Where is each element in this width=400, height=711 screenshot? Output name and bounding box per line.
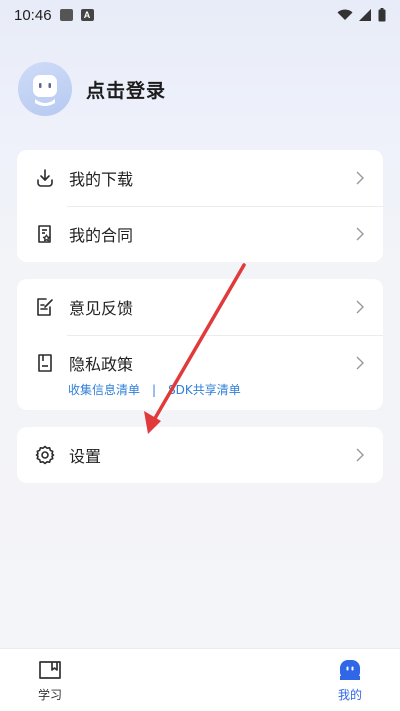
tab-label: 我的 <box>337 687 362 702</box>
status-time: 10:46 <box>14 6 52 24</box>
login-area[interactable]: 点击登录 <box>18 62 166 116</box>
menu-item-label: 我的下载 <box>69 170 134 189</box>
menu-item-downloads[interactable]: 我的下载 <box>17 150 383 206</box>
link-separator: | <box>152 382 157 397</box>
robot-avatar-icon <box>33 75 57 106</box>
wifi-icon <box>337 9 353 20</box>
login-prompt[interactable]: 点击登录 <box>86 76 166 103</box>
tab-mine[interactable]: 我的 <box>200 649 400 711</box>
feedback-edit-icon <box>35 297 55 317</box>
avatar[interactable] <box>18 62 72 116</box>
privacy-links: 收集信息清单 | SDK共享清单 <box>68 381 241 398</box>
card-settings: 设置 <box>17 427 383 483</box>
chevron-right-icon <box>356 227 364 241</box>
bottom-navigation: 学习 我的 <box>0 648 400 711</box>
download-icon <box>35 168 55 188</box>
chevron-right-icon <box>356 171 364 185</box>
gallery-notification-icon <box>59 9 73 21</box>
menu-item-label: 隐私政策 <box>69 355 134 374</box>
menu-item-label: 设置 <box>69 447 102 466</box>
card-feedback-privacy: 意见反馈 隐私政策 收集信息清单 | SDK共享清单 <box>17 279 383 410</box>
battery-icon <box>378 8 386 22</box>
book-icon <box>37 658 63 682</box>
chevron-right-icon <box>356 300 364 314</box>
card-my-items: 我的下载 我的合同 <box>17 150 383 262</box>
menu-item-feedback[interactable]: 意见反馈 <box>17 279 383 335</box>
privacy-document-icon <box>35 353 55 373</box>
menu-item-contracts[interactable]: 我的合同 <box>17 206 383 262</box>
chevron-right-icon <box>356 448 364 462</box>
app-notification-icon: A <box>80 9 94 21</box>
menu-item-label: 我的合同 <box>69 226 134 245</box>
menu-item-settings[interactable]: 设置 <box>17 427 383 483</box>
chevron-right-icon <box>356 356 364 370</box>
tab-label: 学习 <box>37 687 62 702</box>
contract-icon <box>35 224 55 244</box>
collected-info-list-link[interactable]: 收集信息清单 <box>68 381 140 398</box>
tab-study[interactable]: 学习 <box>0 649 200 711</box>
signal-icon <box>359 9 371 21</box>
robot-face-icon <box>337 658 363 682</box>
sdk-share-list-link[interactable]: SDK共享清单 <box>168 381 241 398</box>
gear-icon <box>35 445 55 465</box>
status-bar: 10:46 A <box>0 0 400 30</box>
menu-item-label: 意见反馈 <box>69 299 134 318</box>
